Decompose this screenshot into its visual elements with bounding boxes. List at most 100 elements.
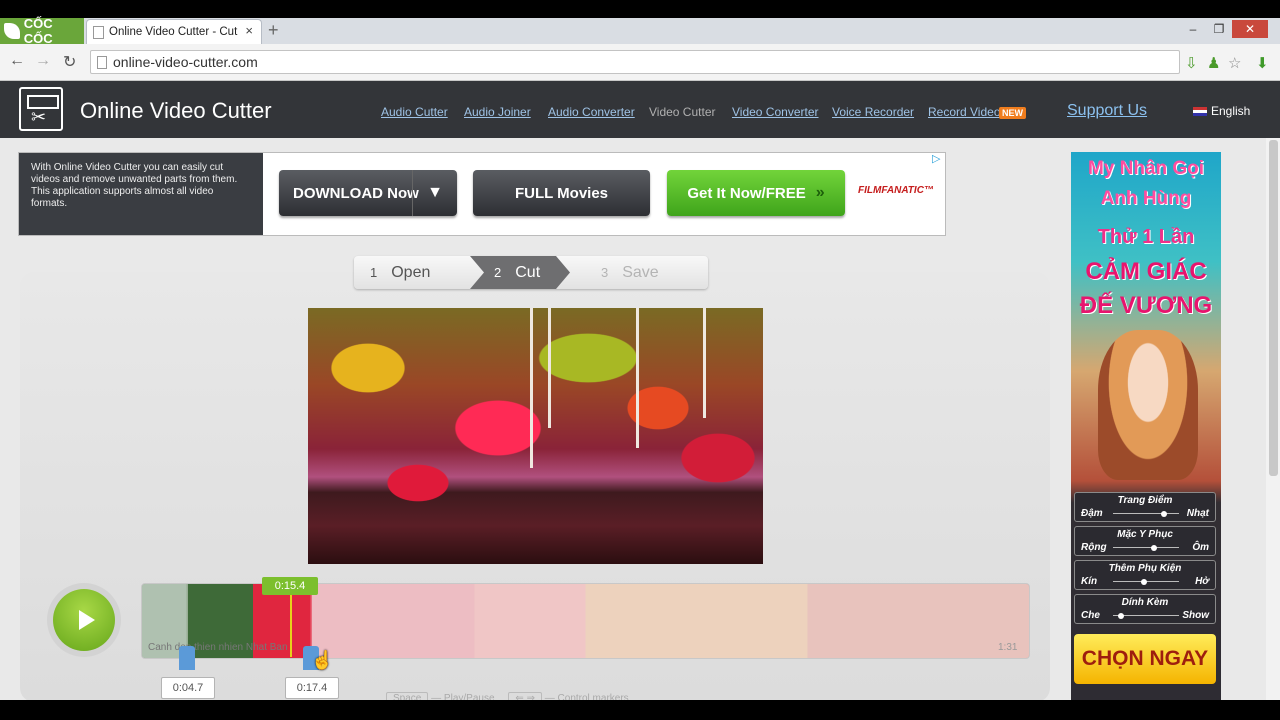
slider-right-label: Show [1182, 610, 1209, 621]
slider-right-label: Hở [1195, 576, 1209, 587]
video-preview[interactable] [308, 308, 763, 564]
play-button[interactable] [53, 589, 115, 651]
slider-title: Trang Điểm [1117, 495, 1173, 506]
nav-audio-cutter[interactable]: Audio Cutter [381, 105, 448, 119]
extension-icon[interactable]: ♟ [1207, 54, 1220, 72]
birch-trunk [636, 308, 639, 448]
page-info-icon [97, 56, 107, 69]
hand-cursor-icon: ☝ [311, 650, 334, 670]
side-ad-line-4: CẢM GIÁC [1085, 258, 1207, 285]
nav-voice-recorder[interactable]: Voice Recorder [832, 105, 914, 119]
minimize-button[interactable]: ‒ [1180, 20, 1206, 38]
step-number: 3 [601, 265, 609, 280]
start-marker-handle[interactable] [179, 646, 195, 670]
step-number: 1 [370, 265, 378, 280]
chevron-down-icon: ▼ [412, 170, 457, 216]
slider-title: Thêm Phụ Kiện [1108, 563, 1182, 574]
screen-bottom-bar [0, 700, 1280, 720]
reload-icon[interactable]: ↻ [63, 52, 76, 72]
new-badge: NEW [999, 107, 1026, 119]
site-title[interactable]: Online Video Cutter [80, 98, 272, 124]
url-bar[interactable]: online-video-cutter.com [90, 50, 1180, 74]
side-ad-line-5: ĐẾ VƯƠNG [1079, 292, 1213, 319]
nav-audio-converter[interactable]: Audio Converter [548, 105, 635, 119]
new-tab-button[interactable]: + [268, 20, 279, 41]
birch-trunk [703, 308, 706, 418]
ad-get-it-label: Get It Now/FREE [687, 184, 806, 202]
browser-tab[interactable]: Online Video Cutter - Cut × [86, 19, 262, 44]
clip-duration: 1:31 [998, 642, 1018, 653]
site-logo[interactable]: ✂ [19, 87, 63, 131]
trimmed-region-end [312, 584, 1029, 658]
adchoices-icon[interactable]: ▷ [932, 152, 940, 165]
end-marker-time[interactable]: 0:17.4 [285, 677, 339, 699]
ad-slider-makeup[interactable]: Trang Điểm Đậm Nhạt [1074, 492, 1216, 522]
slider-left-label: Che [1081, 610, 1100, 621]
current-time-label: 0:15.4 [262, 577, 318, 595]
slider-left-label: Đậm [1081, 508, 1103, 519]
forward-arrow-icon[interactable]: → [35, 52, 51, 70]
ad-get-it-button[interactable]: Get It Now/FREE » [667, 170, 845, 216]
nav-audio-joiner[interactable]: Audio Joiner [464, 105, 531, 119]
step-label: Cut [515, 263, 541, 281]
birch-trunk [530, 308, 533, 468]
bookmark-star-icon[interactable]: ☆ [1228, 54, 1241, 72]
tab-close-icon[interactable]: × [245, 23, 253, 38]
nav-video-cutter[interactable]: Video Cutter [649, 105, 716, 119]
slider-right-label: Ôm [1192, 542, 1209, 553]
page-icon [93, 26, 104, 39]
side-ad-line-1: My Nhân Gọi [1087, 158, 1205, 179]
nav-video-converter[interactable]: Video Converter [732, 105, 819, 119]
start-marker-time[interactable]: 0:04.7 [161, 677, 215, 699]
step-save[interactable]: 3 Save [601, 256, 659, 289]
slider-track [1113, 513, 1179, 514]
step-label: Save [622, 263, 659, 281]
playhead[interactable] [290, 595, 292, 657]
side-ad-line-3: Thử 1 Lần [1097, 226, 1195, 248]
downloads-icon[interactable]: ⬇ [1256, 54, 1269, 72]
download-page-icon[interactable]: ⇩ [1185, 54, 1198, 72]
close-window-button[interactable]: ✕ [1232, 20, 1268, 38]
slider-knob[interactable] [1150, 545, 1157, 551]
ad-slider-outfit[interactable]: Mặc Y Phục Rộng Ôm [1074, 526, 1216, 556]
play-icon [79, 610, 95, 630]
slider-left-label: Kín [1081, 576, 1098, 587]
tab-title: Online Video Cutter - Cut [109, 26, 238, 38]
scrollbar-thumb[interactable] [1269, 140, 1278, 476]
double-arrow-icon: » [815, 184, 825, 201]
step-cut[interactable]: 2 Cut [494, 256, 540, 289]
side-ad-line-2: Anh Hùng [1100, 188, 1192, 209]
ad-download-button[interactable]: DOWNLOAD Now ▼ [279, 170, 457, 216]
slider-knob[interactable] [1140, 579, 1147, 585]
nav-record-video[interactable]: Record Video [928, 105, 1001, 119]
back-arrow-icon[interactable]: ← [9, 52, 25, 70]
step-open[interactable]: 1 Open [370, 256, 430, 289]
browser-brand: CỐC CỐC [23, 16, 53, 46]
ad-full-movies-button[interactable]: FULL Movies [473, 170, 650, 216]
support-us-link[interactable]: Support Us [1067, 102, 1147, 120]
restore-button[interactable]: ❐ [1206, 20, 1232, 38]
slider-title: Dính Kèm [1121, 597, 1169, 608]
slider-left-label: Rộng [1081, 542, 1107, 553]
language-selector[interactable]: English [1193, 104, 1250, 118]
ad-sponsor-logo[interactable]: FILMFANATIC™ [858, 185, 934, 196]
step-number: 2 [494, 265, 502, 280]
ad-slider-accessories[interactable]: Thêm Phụ Kiện Kín Hở [1074, 560, 1216, 590]
slider-knob[interactable] [1118, 613, 1125, 619]
url-text: online-video-cutter.com [113, 54, 258, 70]
coccoc-leaf-icon [4, 23, 20, 39]
clip-name: Canh dep thien nhien Nhat Ban [148, 642, 288, 653]
birch-trunk [548, 308, 551, 428]
step-label: Open [391, 263, 431, 281]
slider-knob[interactable] [1161, 511, 1167, 517]
side-ad-cta-button[interactable]: CHỌN NGAY [1074, 634, 1216, 684]
uk-flag-icon [1193, 107, 1207, 117]
slider-right-label: Nhạt [1186, 508, 1209, 519]
coccoc-browser-button[interactable]: CỐC CỐC [0, 16, 84, 46]
slider-track [1113, 547, 1179, 548]
window-controls: ‒ ❐ ✕ [1180, 20, 1268, 38]
ad-description: With Online Video Cutter you can easily … [19, 153, 263, 235]
scissors-icon: ✂ [31, 107, 47, 127]
slider-title: Mặc Y Phục [1117, 529, 1173, 540]
ad-slider-extras[interactable]: Dính Kèm Che Show [1074, 594, 1216, 624]
